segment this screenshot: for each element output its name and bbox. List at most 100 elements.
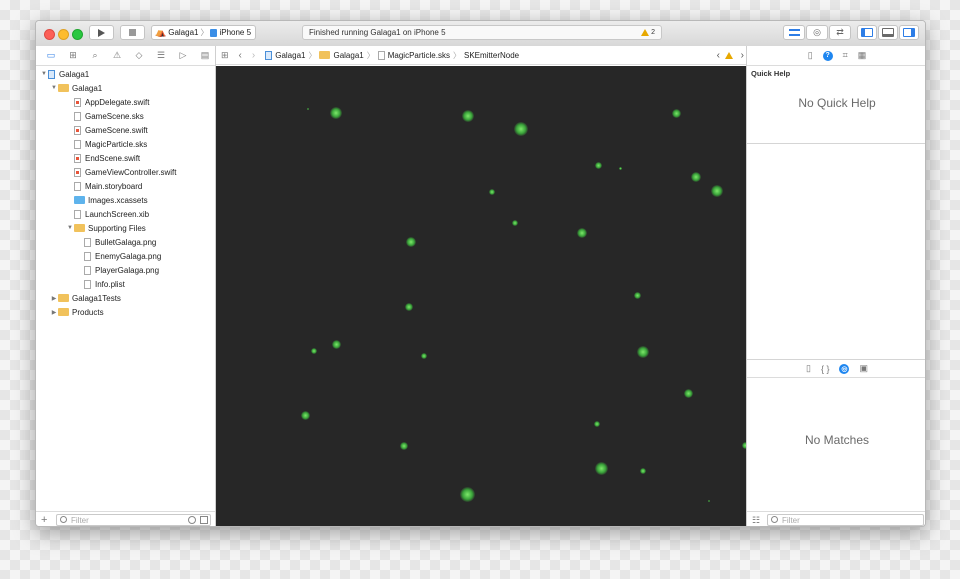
tree-item-label: GameScene.sks: [85, 111, 144, 121]
tree-row[interactable]: ▼ Galaga1: [50, 81, 102, 95]
folder-icon: [58, 294, 69, 302]
no-quick-help-label: No Quick Help: [798, 96, 876, 110]
navigator-filter-bar: + Filter: [36, 511, 215, 526]
file-icon: [74, 181, 81, 191]
tree-row[interactable]: ▼ Galaga1: [40, 67, 89, 81]
tree-row[interactable]: PlayerGalaga.png: [76, 263, 159, 277]
chevron-right-icon: 〉: [200, 28, 209, 37]
run-button[interactable]: [89, 25, 114, 40]
tree-row[interactable]: Main.storyboard: [66, 179, 142, 193]
tree-row[interactable]: GameScene.sks: [66, 109, 144, 123]
particle: [311, 348, 317, 354]
navigator-filter-input[interactable]: Filter: [56, 514, 211, 526]
toggle-navigator-button[interactable]: [857, 25, 877, 40]
particle: [577, 228, 587, 238]
file-inspector-icon[interactable]: ▯: [808, 50, 813, 61]
particle: [307, 108, 309, 110]
swift-file-icon: [74, 97, 81, 107]
test-icon[interactable]: ◇: [132, 50, 146, 61]
library-filter-input[interactable]: Filter: [767, 514, 924, 526]
tree-row[interactable]: Info.plist: [76, 277, 125, 291]
project-navigator: ▭ ⊞ ⌕ ⚠ ◇ ☰ ▷ ▤ ▼ Galaga1 ▼ Galaga1 AppDeleg…: [36, 46, 216, 526]
search-icon[interactable]: ⌕: [88, 50, 102, 61]
report-icon[interactable]: ▤: [198, 50, 212, 61]
tree-row[interactable]: GameScene.swift: [66, 123, 148, 137]
tree-row[interactable]: EnemyGalaga.png: [76, 249, 161, 263]
symbol-icon[interactable]: ⊞: [66, 50, 80, 61]
particle: [691, 172, 701, 182]
breadcrumb-item[interactable]: SKEmitterNode: [464, 51, 519, 60]
disclosure-open-icon[interactable]: ▼: [40, 71, 48, 77]
attributes-inspector-icon[interactable]: ▦: [858, 50, 867, 61]
tree-item-label: Products: [72, 307, 104, 317]
file-template-icon[interactable]: ▯: [806, 363, 811, 374]
disclosure-closed-icon[interactable]: ▶: [50, 295, 58, 302]
warning-icon: [641, 29, 650, 36]
recent-clock-icon[interactable]: [188, 516, 196, 524]
folder-icon: [58, 308, 69, 316]
grid-view-icon[interactable]: ☷: [752, 515, 760, 526]
tree-row[interactable]: GameViewController.swift: [66, 165, 176, 179]
particle: [400, 442, 408, 450]
warning-icon[interactable]: ⚠: [110, 50, 124, 61]
back-arrow-icon[interactable]: ‹: [239, 50, 242, 61]
related-items-icon[interactable]: ⊞: [221, 50, 229, 61]
quick-help-icon[interactable]: ?: [822, 50, 833, 61]
toggle-utilities-button[interactable]: [899, 25, 919, 40]
breadcrumb-item[interactable]: Galaga1: [333, 51, 363, 60]
add-icon[interactable]: +: [41, 514, 47, 526]
minimize-window-button[interactable]: [58, 29, 69, 40]
project-icon: [48, 69, 55, 79]
zoom-window-button[interactable]: [72, 29, 83, 40]
particle: [514, 122, 528, 136]
version-editor-button[interactable]: ⇄: [829, 25, 851, 40]
next-issue-icon[interactable]: ›: [741, 50, 744, 61]
file-icon: [84, 237, 91, 247]
code-snippet-icon[interactable]: { }: [821, 364, 830, 374]
warning-count: 2: [651, 29, 655, 36]
asset-catalog-icon: [74, 196, 85, 204]
tree-row[interactable]: EndScene.swift: [66, 151, 140, 165]
scheme-selector[interactable]: ⛺ Galaga1 〉 iPhone 5: [151, 25, 256, 40]
tree-row[interactable]: ▼ Supporting Files: [66, 221, 146, 235]
toggle-debug-area-button[interactable]: [878, 25, 898, 40]
particle: [683, 388, 693, 398]
assistant-editor-button[interactable]: ◎: [806, 25, 828, 40]
disclosure-open-icon[interactable]: ▼: [50, 85, 58, 91]
tree-item-label: GameScene.swift: [85, 125, 148, 135]
tree-row[interactable]: BulletGalaga.png: [76, 235, 156, 249]
media-library-icon[interactable]: ▣: [859, 363, 868, 374]
tree-row[interactable]: ▶ Products: [50, 305, 104, 319]
navigator-tabs: ▭ ⊞ ⌕ ⚠ ◇ ☰ ▷ ▤: [36, 46, 215, 66]
scm-filter-icon[interactable]: [200, 516, 208, 524]
tree-row[interactable]: AppDelegate.swift: [66, 95, 149, 109]
tree-item-label: PlayerGalaga.png: [95, 265, 160, 275]
warning-indicator[interactable]: 2: [641, 29, 655, 36]
breadcrumb-item[interactable]: Galaga1: [275, 51, 305, 60]
close-window-button[interactable]: [44, 29, 55, 40]
breakpoint-icon[interactable]: ▷: [176, 50, 190, 61]
tree-row[interactable]: LaunchScreen.xib: [66, 207, 149, 221]
tree-row[interactable]: ▶ Galaga1Tests: [50, 291, 121, 305]
disclosure-open-icon[interactable]: ▼: [66, 225, 74, 231]
previous-issue-icon[interactable]: ‹: [717, 50, 720, 61]
device-icon: [210, 28, 218, 37]
node-inspector-icon[interactable]: ⌗: [843, 50, 848, 61]
debug-icon[interactable]: ☰: [154, 50, 168, 61]
object-library-icon[interactable]: ◎: [839, 363, 850, 374]
standard-editor-button[interactable]: [783, 25, 805, 40]
breadcrumb-item[interactable]: MagicParticle.sks: [388, 51, 450, 60]
folder-icon[interactable]: ▭: [44, 50, 58, 61]
activity-status: Finished running Galaga1 on iPhone 5 2: [302, 25, 662, 40]
forward-arrow-icon[interactable]: ›: [252, 50, 255, 61]
particle: [489, 189, 495, 195]
tree-row[interactable]: MagicParticle.sks: [66, 137, 147, 151]
particle-editor-canvas[interactable]: [216, 66, 746, 526]
stop-button[interactable]: [120, 25, 145, 40]
folder-icon: [319, 51, 331, 59]
file-icon: [84, 265, 91, 275]
issue-warning-icon[interactable]: [725, 52, 733, 59]
disclosure-closed-icon[interactable]: ▶: [50, 309, 58, 316]
left-panel-icon: [861, 28, 873, 37]
tree-row[interactable]: Images.xcassets: [66, 193, 148, 207]
